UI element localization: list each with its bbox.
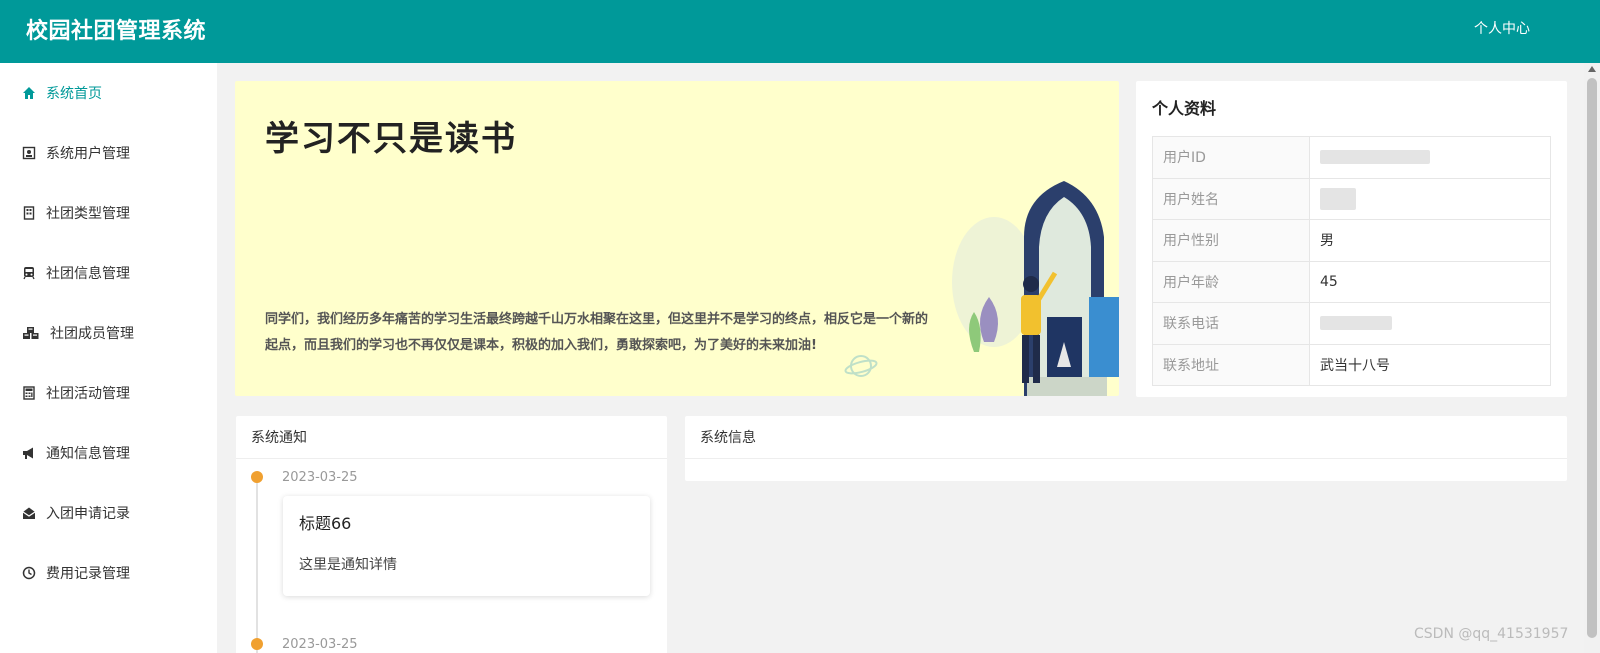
sidebar-item-label: 系统用户管理	[46, 146, 130, 162]
notice-panel: 系统通知 2023-03-25 标题66 这里是通知详情 2023-03-25	[236, 416, 667, 653]
sidebar-item-label: 入团申请记录	[46, 506, 130, 522]
system-info-title: 系统信息	[685, 416, 1567, 459]
page-scrollbar[interactable]	[1584, 63, 1600, 653]
welcome-banner: 学习不只是读书 同学们，我们经历多年痛苦的学习生活最终跨越千山万水相聚在这里，但…	[235, 81, 1119, 396]
sidebar-item-users[interactable]: 系统用户管理	[0, 133, 217, 173]
sidebar-item-club-info[interactable]: 社团信息管理	[0, 253, 217, 293]
profile-title: 个人资料	[1152, 99, 1217, 118]
sidebar-item-label: 社团类型管理	[46, 206, 130, 222]
notice-date: 2023-03-25	[282, 470, 358, 485]
profile-value: 45	[1309, 260, 1551, 303]
contact-card-icon	[22, 146, 36, 160]
profile-label: 联系电话	[1152, 302, 1310, 345]
banner-text: 同学们，我们经历多年痛苦的学习生活最终跨越千山万水相聚在这里，但这里并不是学习的…	[265, 312, 929, 353]
rocket-illustration	[952, 181, 1119, 396]
profile-label: 用户姓名	[1152, 177, 1310, 220]
megaphone-icon	[22, 446, 36, 460]
profile-value-redacted	[1309, 302, 1551, 345]
profile-label: 联系地址	[1152, 343, 1310, 386]
sidebar-item-applications[interactable]: 入团申请记录	[0, 493, 217, 533]
notice-panel-title: 系统通知	[236, 416, 667, 459]
notice-item-title: 标题66	[299, 514, 352, 533]
sidebar-item-label: 系统首页	[46, 86, 102, 102]
system-info-panel: 系统信息	[685, 416, 1567, 481]
train-icon	[22, 266, 36, 280]
profile-card: 个人资料 用户ID 用户姓名 用户性别 男 用户年龄 45 联系电话 联系地址 …	[1136, 81, 1567, 397]
profile-value-redacted	[1309, 177, 1551, 220]
notice-item-card[interactable]: 标题66 这里是通知详情	[283, 496, 650, 596]
sidebar-item-label: 费用记录管理	[46, 566, 130, 582]
app-title: 校园社团管理系统	[26, 19, 207, 44]
building-icon	[22, 206, 36, 220]
profile-value: 男	[1309, 219, 1551, 262]
table-row: 用户性别 男	[1152, 219, 1551, 262]
sidebar: 系统首页 系统用户管理 社团类型管理 社团信息管理 社团成员管理 社团活动管理	[0, 63, 217, 653]
notice-date: 2023-03-25	[282, 637, 358, 652]
timeline-dot	[251, 471, 263, 483]
profile-table: 用户ID 用户姓名 用户性别 男 用户年龄 45 联系电话 联系地址 武当十八号	[1152, 136, 1551, 386]
scroll-up-arrow-icon[interactable]	[1588, 66, 1596, 72]
table-row: 用户年龄 45	[1152, 260, 1551, 303]
sidebar-item-label: 社团活动管理	[46, 386, 130, 402]
sidebar-item-notices[interactable]: 通知信息管理	[0, 433, 217, 473]
envelope-open-icon	[22, 506, 36, 520]
table-row: 联系电话	[1152, 302, 1551, 345]
sidebar-item-club-types[interactable]: 社团类型管理	[0, 193, 217, 233]
cubes-icon	[22, 326, 40, 340]
sidebar-item-fees[interactable]: 费用记录管理	[0, 553, 217, 593]
notice-item-body: 这里是通知详情	[299, 557, 397, 573]
sidebar-item-club-members[interactable]: 社团成员管理	[0, 313, 217, 353]
clock-icon	[22, 566, 36, 580]
user-center-link[interactable]: 个人中心	[1474, 18, 1530, 38]
timeline-dot	[251, 638, 263, 650]
sidebar-item-label: 通知信息管理	[46, 446, 130, 462]
top-bar: 校园社团管理系统 个人中心	[0, 0, 1600, 63]
sidebar-item-home[interactable]: 系统首页	[0, 73, 217, 113]
profile-label: 用户ID	[1152, 136, 1310, 179]
sidebar-item-label: 社团信息管理	[46, 266, 130, 282]
profile-value: 武当十八号	[1309, 343, 1551, 386]
timeline-line	[256, 479, 258, 653]
profile-label: 用户性别	[1152, 219, 1310, 262]
sidebar-item-club-activities[interactable]: 社团活动管理	[0, 373, 217, 413]
home-icon	[22, 86, 36, 100]
table-row: 用户姓名	[1152, 177, 1551, 220]
planet-illustration	[844, 355, 878, 377]
banner-title: 学习不只是读书	[265, 119, 517, 159]
profile-label: 用户年龄	[1152, 260, 1310, 303]
sidebar-item-label: 社团成员管理	[50, 326, 134, 342]
scrollbar-thumb[interactable]	[1587, 78, 1597, 638]
watermark: CSDN @qq_41531957	[1414, 626, 1569, 642]
table-row: 联系地址 武当十八号	[1152, 343, 1551, 386]
table-row: 用户ID	[1152, 136, 1551, 179]
profile-value-redacted	[1309, 136, 1551, 179]
calculator-icon	[22, 386, 36, 400]
